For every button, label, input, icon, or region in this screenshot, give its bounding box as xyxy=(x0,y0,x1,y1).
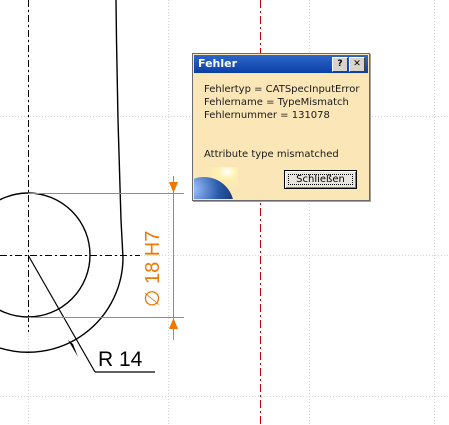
globe-icon xyxy=(194,167,238,199)
dimension-arrow-top xyxy=(169,182,178,193)
help-button[interactable]: ? xyxy=(332,57,348,72)
diameter-label: ∅ 18 H7 xyxy=(142,231,164,307)
close-button[interactable]: ✕ xyxy=(349,57,365,72)
close-dialog-button[interactable]: Schließen xyxy=(284,170,357,189)
error-type-line: Fehlertyp = CATSpecInputError xyxy=(204,84,360,95)
close-dialog-button-label: Schließen xyxy=(296,174,345,185)
close-icon: ✕ xyxy=(353,59,361,69)
error-message: Attribute type mismatched xyxy=(204,149,339,160)
radius-label: R 14 xyxy=(98,348,143,371)
slot-outline xyxy=(0,0,124,353)
dimension-arrow-bottom xyxy=(169,318,178,329)
dialog-titlebar[interactable]: Fehler ? ✕ xyxy=(194,55,368,73)
error-dialog: Fehler ? ✕ Fehlertyp = CATSpecInputError… xyxy=(192,53,370,201)
error-name-line: Fehlername = TypeMismatch xyxy=(204,97,349,108)
dialog-title: Fehler xyxy=(198,57,238,70)
error-number-line: Fehlernummer = 131078 xyxy=(204,110,330,121)
radius-arrowhead xyxy=(68,340,78,357)
